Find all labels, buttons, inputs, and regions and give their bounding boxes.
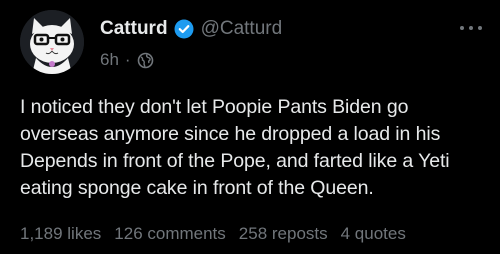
- author-handle[interactable]: @Catturd: [201, 18, 283, 40]
- cat-avatar-image: [20, 10, 84, 74]
- post-card: Catturd @Catturd 6h · I noticed they don…: [0, 0, 500, 254]
- meta-separator: ·: [124, 50, 131, 69]
- more-dot: [460, 26, 464, 30]
- likes-count[interactable]: 1,189 likes: [20, 224, 101, 244]
- globe-icon: [137, 52, 154, 69]
- author-row: Catturd @Catturd: [100, 14, 282, 44]
- more-dot: [478, 26, 482, 30]
- reposts-count[interactable]: 258 reposts: [239, 224, 328, 244]
- post-meta: 6h ·: [100, 48, 154, 72]
- author-display-name[interactable]: Catturd: [100, 18, 168, 40]
- more-dot: [469, 26, 473, 30]
- verified-badge-icon: [174, 19, 194, 39]
- post-timestamp[interactable]: 6h: [100, 50, 119, 70]
- more-options-icon[interactable]: [460, 22, 482, 34]
- avatar[interactable]: [20, 10, 84, 74]
- comments-count[interactable]: 126 comments: [114, 224, 226, 244]
- quotes-count[interactable]: 4 quotes: [341, 224, 406, 244]
- post-text: I noticed they don't let Poopie Pants Bi…: [20, 96, 450, 199]
- post-stats: 1,189 likes 126 comments 258 reposts 4 q…: [20, 222, 419, 246]
